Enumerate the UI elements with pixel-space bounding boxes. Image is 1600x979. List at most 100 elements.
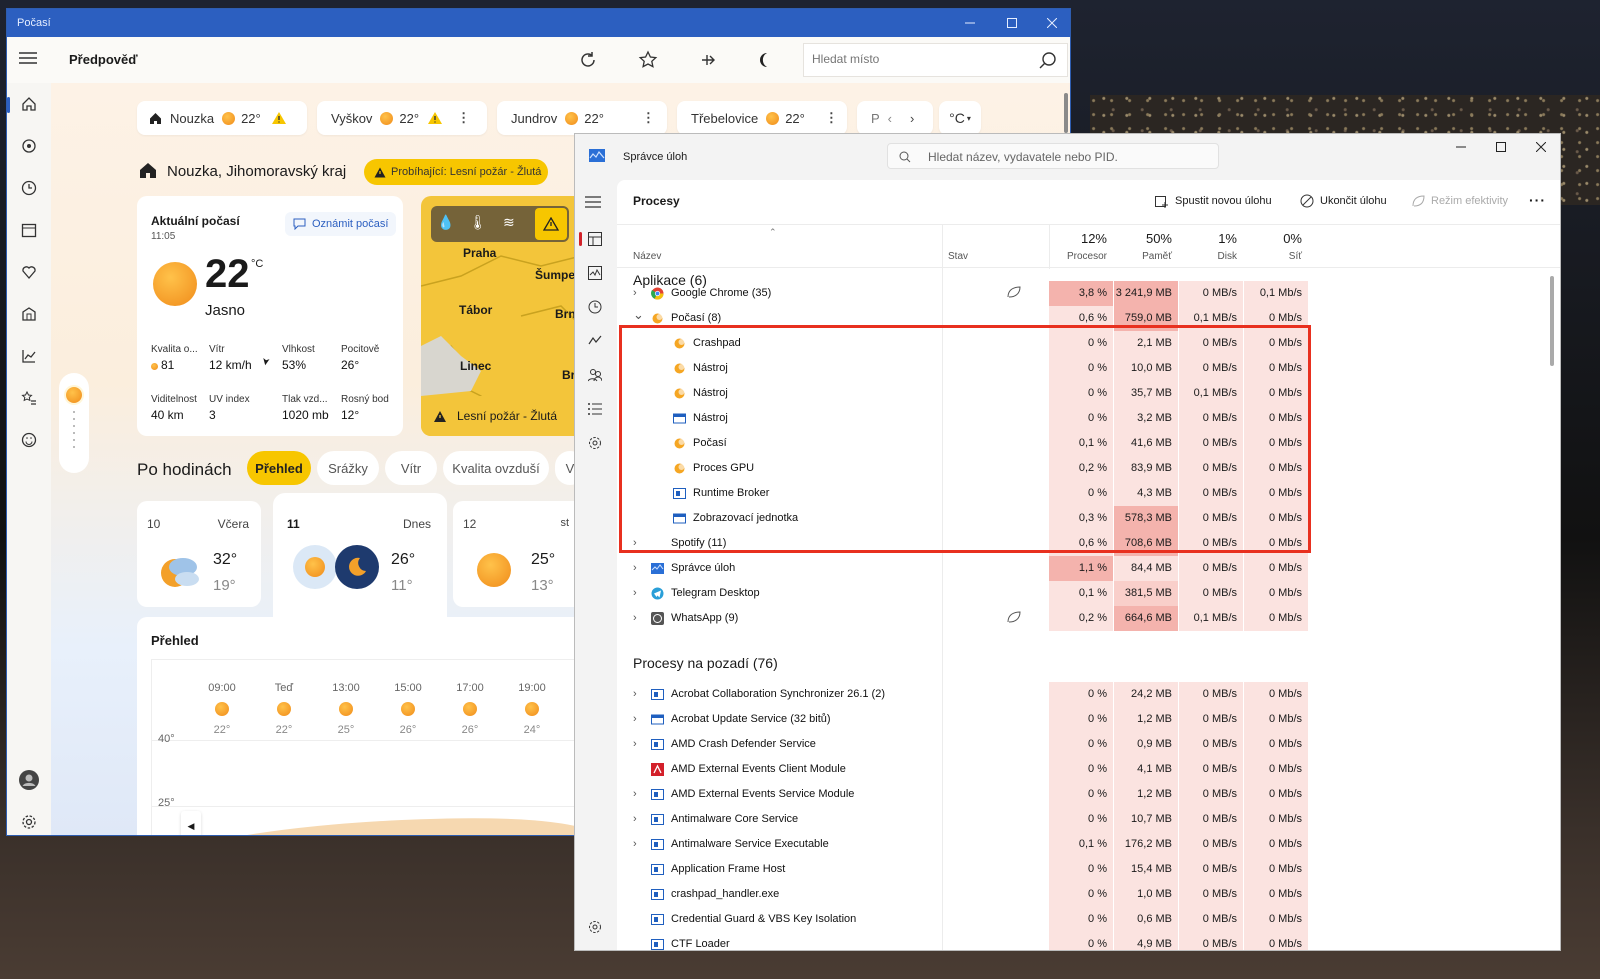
search-input[interactable]: Hledat název, vydavatele nebo PID. (928, 150, 1118, 164)
process-row[interactable]: › Antimalware Service Executable 0,1 % 176,… (617, 832, 1308, 857)
hamburger-menu-icon[interactable] (585, 196, 601, 208)
process-row[interactable]: › Telegram Desktop 0,1 % 381,5 MB 0 MB/s 0 Mb… (617, 581, 1308, 606)
col-mem[interactable]: Paměť (1114, 251, 1178, 262)
col-net[interactable]: Síť (1244, 251, 1308, 262)
more-options-icon[interactable]: ⋮ (825, 110, 838, 126)
warning-layer-button[interactable] (535, 208, 567, 240)
process-row[interactable]: AMD External Events Client Module 0 % 4,1 … (617, 757, 1308, 782)
col-status[interactable]: Stav (948, 251, 968, 262)
process-row[interactable]: CTF Loader 0 % 4,9 MB 0 MB/s 0 Mb/s (617, 932, 1308, 950)
process-row[interactable]: crashpad_handler.exe 0 % 1,0 MB 0 MB/s 0 Mb/… (617, 882, 1308, 907)
weather-map[interactable]: 💧 🌡 ≋ Praha Šumper Tábor Brno Linec Bra … (421, 196, 581, 436)
process-row[interactable]: › AMD External Events Service Module 0 % 1,… (617, 782, 1308, 807)
expand-chevron-icon[interactable]: › (633, 832, 637, 857)
maximize-button[interactable] (991, 9, 1033, 37)
search-place-field[interactable] (803, 43, 1068, 77)
location-chip[interactable]: Vyškov 22° ⋮ (317, 101, 487, 135)
unit-selector[interactable]: °C ▾ (939, 101, 981, 135)
process-row[interactable]: › Acrobat Collaboration Synchronizer 26.1… (617, 682, 1308, 707)
life-index-icon[interactable] (18, 261, 40, 283)
process-row[interactable]: › Antimalware Core Service 0 % 10,7 MB 0 MB/… (617, 807, 1308, 832)
app-history-icon[interactable] (588, 300, 602, 314)
process-row[interactable]: › WhatsApp (9) 0,2 % 664,6 MB 0,1 MB/s 0 Mb/s (617, 606, 1308, 631)
more-options-icon[interactable]: ⋮ (457, 110, 470, 126)
day-card-yesterday[interactable]: 10 Včera 32° 19° (137, 501, 261, 607)
home-icon[interactable] (18, 93, 40, 115)
process-row[interactable]: Application Frame Host 0 % 15,4 MB 0 MB/s 0 … (617, 857, 1308, 882)
refresh-icon[interactable] (578, 50, 598, 70)
minimize-button[interactable] (949, 9, 991, 37)
col-name[interactable]: Název (633, 251, 661, 262)
day-card-today[interactable]: 11 Dnes 26° 11° (273, 493, 447, 617)
expand-chevron-icon[interactable]: › (633, 732, 637, 757)
end-task-button[interactable]: Ukončit úlohu (1300, 188, 1387, 214)
location-chip[interactable]: Nouzka 22° (137, 101, 307, 135)
efficiency-mode-button[interactable]: Režim efektivity (1411, 188, 1508, 214)
process-row[interactable]: › Správce úloh 1,1 % 84,4 MB 0 MB/s 0 Mb/s (617, 556, 1308, 581)
chevron-left-icon[interactable]: ‹ (888, 111, 892, 126)
services-icon[interactable] (588, 436, 602, 450)
account-avatar-icon[interactable] (18, 769, 40, 791)
run-new-task-button[interactable]: Spustit novou úlohu (1155, 188, 1272, 214)
report-weather-button[interactable]: Oznámit počasí (285, 212, 397, 236)
expand-chevron-icon[interactable]: › (633, 682, 637, 707)
location-chip-partial[interactable]: P ‹ › (857, 101, 933, 135)
chart-icon[interactable] (18, 345, 40, 367)
users-icon[interactable] (588, 368, 602, 382)
close-button[interactable] (1031, 9, 1070, 37)
radar-icon[interactable] (18, 135, 40, 157)
expand-chevron-icon[interactable]: › (633, 807, 637, 832)
details-list-icon[interactable] (588, 402, 602, 416)
feedback-smiley-icon[interactable] (18, 429, 40, 451)
expand-chevron-icon[interactable]: › (633, 581, 637, 606)
dark-mode-moon-icon[interactable] (759, 50, 779, 70)
search-input[interactable] (812, 52, 1012, 66)
process-row[interactable]: › AMD Crash Defender Service 0 % 0,9 MB 0 MB… (617, 732, 1308, 757)
settings-gear-icon[interactable] (18, 811, 40, 833)
startup-apps-icon[interactable] (588, 334, 602, 348)
col-disk-pct[interactable]: 1% (1179, 231, 1243, 246)
favorite-star-icon[interactable] (638, 50, 658, 70)
process-row[interactable]: › Google Chrome (35) 3,8 % 3 241,9 MB 0 MB/s… (617, 281, 1308, 306)
calendar-icon[interactable] (18, 219, 40, 241)
processes-icon[interactable] (588, 232, 602, 246)
tab-overview[interactable]: Přehled (247, 451, 311, 485)
expand-chevron-icon[interactable]: › (633, 556, 637, 581)
col-cpu-pct[interactable]: 12% (1049, 231, 1113, 246)
performance-icon[interactable] (588, 266, 602, 280)
day-card-wednesday[interactable]: 12 st 25° 13° (453, 501, 583, 607)
location-chip[interactable]: Třebelovice 22° ⋮ (677, 101, 847, 135)
process-search-field[interactable]: Hledat název, vydavatele nebo PID. (887, 143, 1219, 169)
close-button[interactable] (1520, 134, 1560, 160)
thermometer-icon[interactable]: 🌡 (469, 214, 487, 231)
chevron-right-icon[interactable]: › (910, 111, 914, 126)
pin-icon[interactable] (698, 50, 718, 70)
process-row[interactable]: › Acrobat Update Service (32 bitů) 0 % 1,2 … (617, 707, 1308, 732)
col-net-pct[interactable]: 0% (1244, 231, 1308, 246)
more-options-icon[interactable]: ⋮ (642, 110, 655, 126)
col-disk[interactable]: Disk (1179, 251, 1243, 262)
expand-chevron-icon[interactable]: › (633, 606, 637, 631)
buildings-icon[interactable] (18, 303, 40, 325)
maximize-button[interactable] (1480, 134, 1522, 160)
favorites-list-icon[interactable] (18, 387, 40, 409)
tab-precipitation[interactable]: Srážky (317, 451, 379, 485)
process-row[interactable]: Credential Guard & VBS Key Isolation 0 % 0… (617, 907, 1308, 932)
precipitation-drop-icon[interactable]: 💧 (437, 214, 454, 231)
tab-wind[interactable]: Vítr (385, 451, 437, 485)
minimize-button[interactable] (1440, 134, 1482, 160)
col-mem-pct[interactable]: 50% (1114, 231, 1178, 246)
fire-alert-badge[interactable]: Probíhající: Lesní požár - Žlutá (364, 159, 548, 185)
more-options-icon[interactable]: ··· (1529, 192, 1546, 208)
expand-chevron-icon[interactable]: › (633, 782, 637, 807)
scroll-left-button[interactable]: ◀ (181, 811, 201, 835)
search-icon[interactable] (1039, 52, 1057, 70)
col-cpu[interactable]: Procesor (1049, 251, 1113, 262)
tab-air-quality[interactable]: Kvalita ovzduší (443, 451, 549, 485)
timeline-slider[interactable] (59, 373, 89, 473)
wind-icon[interactable]: ≋ (503, 214, 515, 231)
expand-chevron-icon[interactable]: › (633, 707, 637, 732)
hamburger-menu-icon[interactable] (19, 51, 37, 65)
collapse-chevron-icon[interactable]: ⌄ (633, 302, 644, 327)
scrollbar[interactable] (1064, 93, 1068, 133)
